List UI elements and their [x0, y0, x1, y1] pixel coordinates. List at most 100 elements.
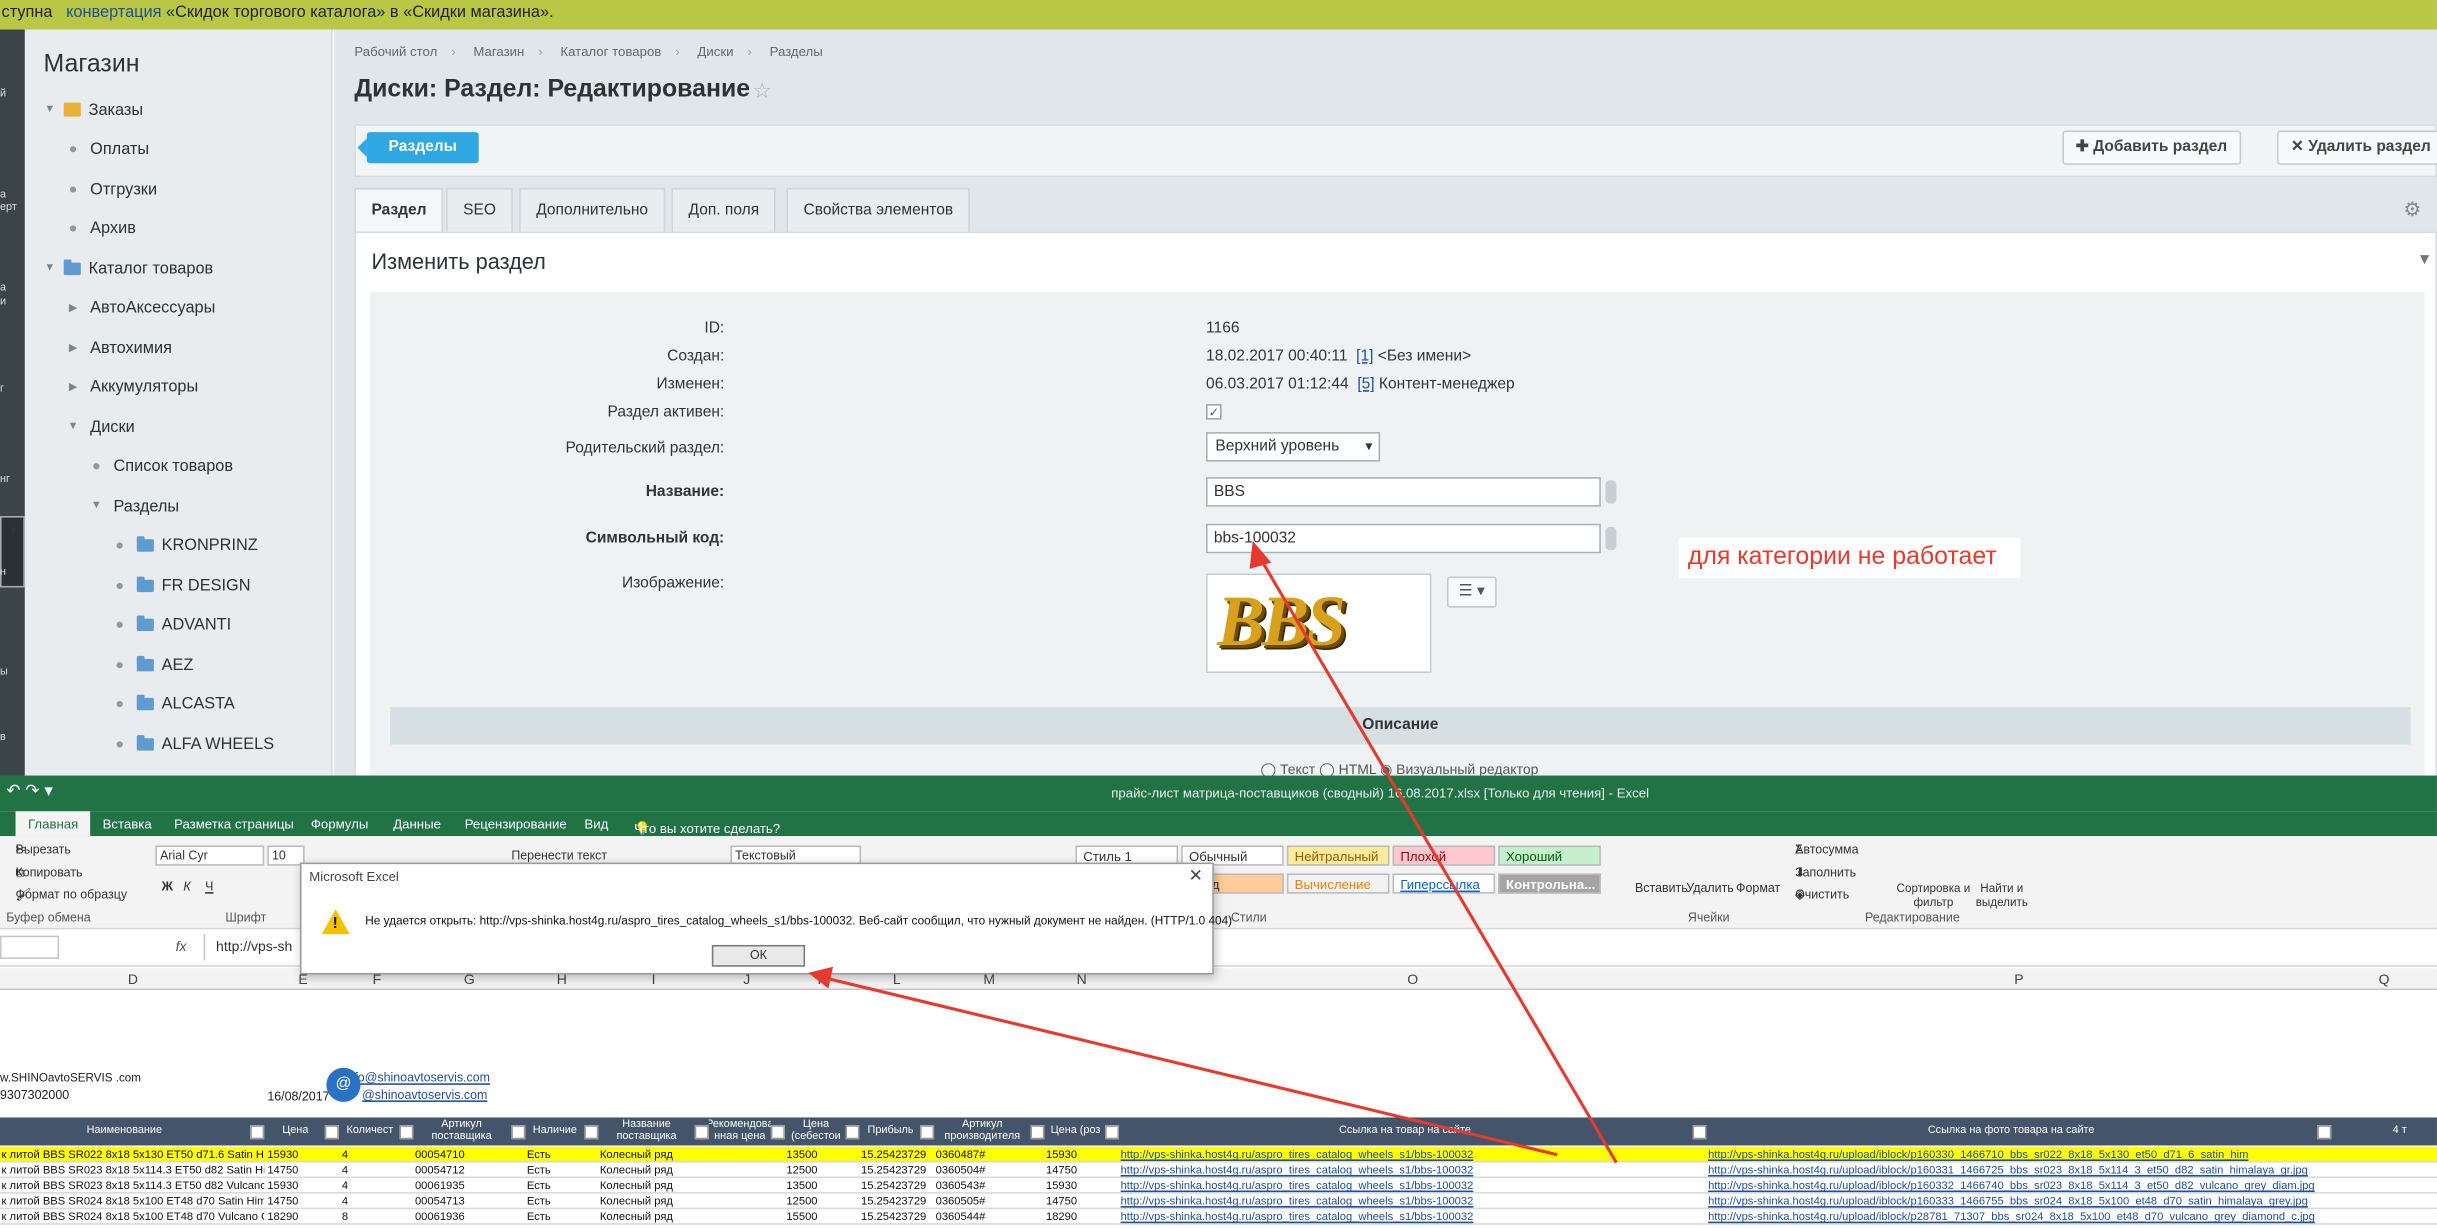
table-cell[interactable]: 4 — [342, 1178, 412, 1194]
style-calculation[interactable]: Вычисление — [1286, 873, 1390, 894]
table-cell[interactable] — [710, 1194, 783, 1210]
tab-insert[interactable]: Вставка — [103, 816, 152, 832]
tab-element-properties[interactable]: Свойства элементов — [786, 188, 971, 232]
breadcrumb-item[interactable]: Магазин — [473, 44, 524, 60]
sidebar-item-disks[interactable]: ▼ Диски — [25, 407, 331, 447]
admin-strip-label[interactable]: г — [0, 384, 4, 395]
admin-strip-label[interactable]: в — [0, 732, 6, 743]
filter-dropdown-icon[interactable] — [1030, 1125, 1045, 1140]
table-cell[interactable]: http://vps-shinka.host4g.ru/aspro_tires_… — [1121, 1147, 1705, 1163]
gear-icon[interactable]: ⚙ — [2403, 197, 2421, 222]
filter-dropdown-icon[interactable] — [250, 1125, 265, 1140]
table-cell[interactable]: 15.25423729 — [861, 1178, 932, 1194]
filter-dropdown-icon[interactable] — [1105, 1125, 1120, 1140]
chevron-right-icon[interactable]: ▶ — [65, 302, 81, 314]
font-select[interactable]: Arial Cyr — [155, 845, 265, 866]
link-icon[interactable] — [1605, 526, 1617, 551]
chevron-down-icon[interactable]: ▼ — [2417, 252, 2432, 269]
table-cell[interactable]: к литой BBS SR023 8x18 5x114.3 ET50 d82 … — [2, 1163, 265, 1179]
table-cell[interactable]: http://vps-shinka.host4g.ru/aspro_tires_… — [1121, 1178, 1705, 1194]
chevron-down-icon[interactable]: ▼ — [42, 105, 58, 116]
column-header[interactable]: P — [1707, 971, 2332, 987]
table-row[interactable]: к литой BBS SR024 8x18 5x100 ET48 d70 Sa… — [0, 1194, 2437, 1210]
column-header[interactable]: D — [0, 971, 266, 987]
sidebar-item-catalog[interactable]: ▼ Каталог товаров — [25, 249, 331, 289]
filter-dropdown-icon[interactable] — [511, 1125, 526, 1140]
table-cell[interactable]: http://vps-shinka.host4g.ru/upload/ibloc… — [1708, 1209, 2330, 1225]
section-image[interactable]: BBS — [1206, 573, 1432, 673]
italic-icon[interactable]: К — [183, 880, 190, 894]
fx-icon[interactable]: fx — [176, 939, 187, 955]
table-cell[interactable]: 15930 — [267, 1147, 338, 1163]
table-cell[interactable]: 12500 — [786, 1194, 857, 1210]
table-cell[interactable]: 15.25423729 — [861, 1147, 932, 1163]
sidebar-item-archive[interactable]: Архив — [25, 209, 331, 249]
add-section-button[interactable]: ✚ Добавить раздел — [2061, 130, 2242, 165]
tab-section[interactable]: Раздел — [354, 188, 444, 234]
star-icon[interactable]: ☆ — [752, 78, 772, 104]
table-cell[interactable]: 15.25423729 — [861, 1163, 932, 1179]
table-cell[interactable]: 18290 — [267, 1209, 338, 1225]
code-input[interactable]: bbs-100032 — [1206, 523, 1601, 554]
table-cell[interactable]: Есть — [527, 1178, 597, 1194]
active-checkbox[interactable]: ✓ — [1206, 404, 1222, 420]
email-link-1[interactable]: fo@shinoavtoservis.com — [354, 1071, 490, 1085]
table-cell[interactable]: 00054710 — [415, 1147, 524, 1163]
sidebar-item-alfa-wheels[interactable]: ALFA WHEELS — [25, 724, 331, 764]
close-icon[interactable]: ✕ — [1189, 866, 1203, 886]
ok-button[interactable]: ОК — [711, 944, 806, 967]
table-cell[interactable]: Есть — [527, 1194, 597, 1210]
translit-icon[interactable] — [1605, 480, 1617, 504]
table-cell[interactable]: http://vps-shinka.host4g.ru/upload/ibloc… — [1708, 1194, 2330, 1210]
tab-page-layout[interactable]: Разметка страницы — [174, 816, 294, 832]
filter-dropdown-icon[interactable] — [770, 1125, 785, 1140]
table-cell[interactable]: 12500 — [786, 1163, 857, 1179]
admin-strip-label[interactable]: ерт — [0, 202, 17, 213]
sidebar-item-fr-design[interactable]: FR DESIGN — [25, 566, 331, 606]
sections-button[interactable]: Разделы — [357, 132, 479, 164]
insert-cells-button[interactable]: Вставить — [1635, 881, 1688, 895]
table-cell[interactable]: Есть — [527, 1147, 597, 1163]
filter-dropdown-icon[interactable] — [584, 1125, 599, 1140]
table-cell[interactable]: 00061935 — [415, 1178, 524, 1194]
style-bad[interactable]: Плохой — [1392, 845, 1496, 866]
table-cell[interactable]: http://vps-shinka.host4g.ru/upload/ibloc… — [1708, 1147, 2330, 1163]
table-cell[interactable]: 0360505# — [936, 1194, 1043, 1210]
table-cell[interactable]: http://vps-shinka.host4g.ru/upload/ibloc… — [1708, 1163, 2330, 1179]
column-header[interactable]: Q — [2331, 971, 2437, 987]
table-cell[interactable]: http://vps-shinka.host4g.ru/aspro_tires_… — [1121, 1163, 1705, 1179]
notice-link[interactable]: конвертация — [66, 3, 161, 22]
table-cell[interactable]: 14750 — [267, 1194, 338, 1210]
wrap-text-button[interactable]: Перенести текст — [511, 849, 607, 863]
filter-dropdown-icon[interactable] — [845, 1125, 860, 1140]
sidebar-item-autoaccessories[interactable]: ▶ АвтоАксессуары — [25, 288, 331, 328]
chevron-down-icon[interactable]: ▼ — [89, 501, 105, 512]
modified-user-link[interactable]: [5] — [1357, 376, 1374, 393]
table-cell[interactable]: 13500 — [786, 1178, 857, 1194]
parent-select[interactable]: Верхний уровень — [1206, 432, 1381, 462]
table-cell[interactable]: к литой BBS SR023 8x18 5x114.3 ET50 d82 … — [2, 1178, 265, 1194]
sidebar-item-shipments[interactable]: Отгрузки — [25, 169, 331, 209]
delete-cells-button[interactable]: Удалить — [1686, 881, 1733, 895]
style-neutral[interactable]: Нейтральный — [1286, 845, 1390, 866]
find-select-button[interactable]: Найти и выделить — [1974, 881, 2030, 909]
table-cell[interactable]: 00054712 — [415, 1163, 524, 1179]
table-cell[interactable]: 18290 — [1046, 1209, 1117, 1225]
chevron-down-icon[interactable]: ▼ — [65, 422, 81, 433]
table-cell[interactable]: Колесный ряд — [600, 1194, 707, 1210]
table-cell[interactable]: 4 — [342, 1163, 412, 1179]
table-row[interactable]: к литой BBS SR023 8x18 5x114.3 ET50 d82 … — [0, 1178, 2437, 1194]
breadcrumb-item[interactable]: Каталог товаров — [560, 44, 661, 60]
table-cell[interactable]: Колесный ряд — [600, 1147, 707, 1163]
table-cell[interactable]: http://vps-shinka.host4g.ru/aspro_tires_… — [1121, 1194, 1705, 1210]
chevron-right-icon[interactable]: ▶ — [65, 381, 81, 394]
tab-view[interactable]: Вид — [584, 816, 608, 832]
table-row[interactable]: к литой BBS SR022 8x18 5x130 ET50 d71.6 … — [0, 1146, 2437, 1163]
tab-extra-fields[interactable]: Доп. поля — [671, 188, 777, 232]
admin-strip-label[interactable]: а — [0, 283, 6, 294]
style-hyperlink[interactable]: Гиперссылка — [1392, 873, 1496, 894]
table-cell[interactable]: 0360543# — [936, 1178, 1043, 1194]
tab-formulas[interactable]: Формулы — [311, 816, 369, 832]
table-cell[interactable]: 15.25423729 — [861, 1194, 932, 1210]
table-cell[interactable]: 14750 — [1046, 1194, 1117, 1210]
